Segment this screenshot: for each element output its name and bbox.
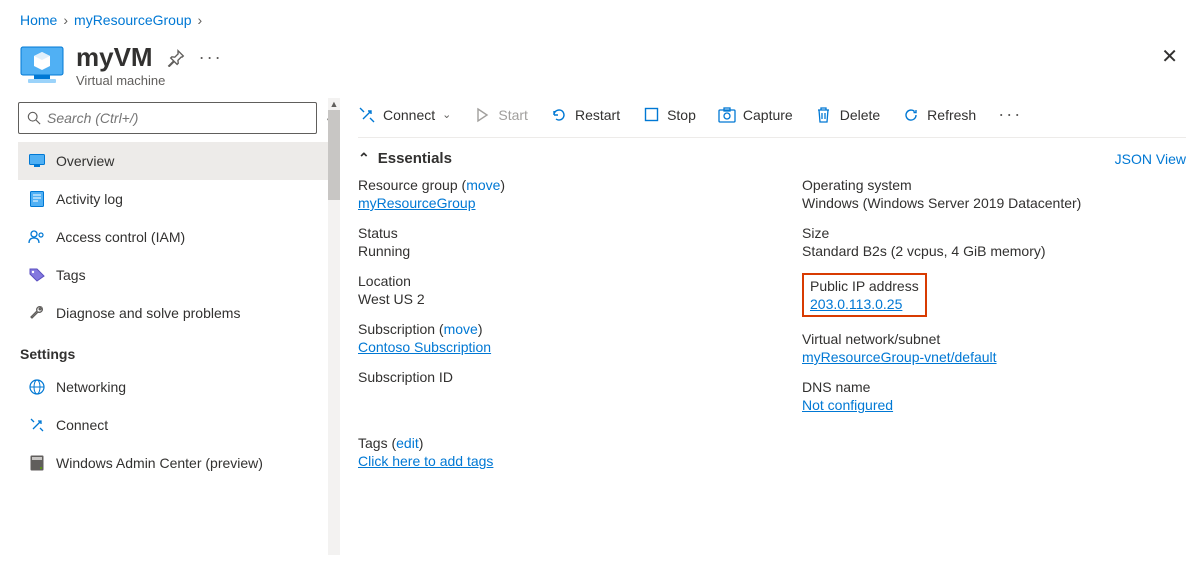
- trash-icon: [815, 106, 833, 124]
- page-title: myVM: [76, 42, 153, 73]
- label-resource-group: Resource group: [358, 177, 458, 193]
- value-status: Running: [358, 243, 742, 259]
- value-vnet[interactable]: myResourceGroup-vnet/default: [802, 349, 997, 365]
- sidebar-item-label: Diagnose and solve problems: [56, 305, 240, 321]
- chevron-right-icon: ›: [198, 12, 203, 28]
- sidebar-scrollbar[interactable]: ▲: [328, 98, 340, 555]
- button-label: Start: [498, 107, 528, 123]
- breadcrumb-home[interactable]: Home: [20, 12, 57, 28]
- label-tags: Tags: [358, 435, 388, 451]
- restart-icon: [550, 106, 568, 124]
- command-bar: Connect ⌄ Start Restart Stop Capture: [358, 98, 1186, 137]
- wrench-icon: [28, 304, 46, 322]
- value-size: Standard B2s (2 vcpus, 4 GiB memory): [802, 243, 1186, 259]
- sidebar-item-label: Tags: [56, 267, 86, 283]
- chevron-up-icon: ⌃: [358, 150, 370, 167]
- sidebar-item-wac[interactable]: Windows Admin Center (preview): [18, 444, 328, 482]
- sidebar-item-label: Overview: [56, 153, 114, 169]
- log-icon: [28, 190, 46, 208]
- search-icon: [27, 111, 41, 125]
- label-public-ip: Public IP address: [810, 278, 919, 294]
- label-dns: DNS name: [802, 379, 1186, 395]
- button-label: Stop: [667, 107, 696, 123]
- essentials-title: Essentials: [378, 150, 452, 167]
- page-subtitle: Virtual machine: [76, 73, 223, 88]
- sidebar-item-networking[interactable]: Networking: [18, 368, 328, 406]
- json-view-link[interactable]: JSON View: [1115, 151, 1186, 167]
- move-sub-link[interactable]: move: [444, 321, 478, 337]
- button-label: Refresh: [927, 107, 976, 123]
- refresh-icon: [902, 106, 920, 124]
- restart-button[interactable]: Restart: [550, 106, 620, 124]
- essentials-toggle[interactable]: ⌃ Essentials: [358, 150, 452, 167]
- play-icon: [473, 106, 491, 124]
- label-size: Size: [802, 225, 1186, 241]
- label-location: Location: [358, 273, 742, 289]
- value-public-ip[interactable]: 203.0.113.0.25: [810, 296, 902, 312]
- button-label: Delete: [840, 107, 880, 123]
- server-icon: [28, 454, 46, 472]
- value-subscription[interactable]: Contoso Subscription: [358, 339, 491, 355]
- highlight-public-ip: Public IP address 203.0.113.0.25: [802, 273, 927, 317]
- sidebar-item-diagnose[interactable]: Diagnose and solve problems: [18, 294, 328, 332]
- page-header: myVM ··· Virtual machine ✕: [0, 36, 1200, 98]
- sidebar-item-activity-log[interactable]: Activity log: [18, 180, 328, 218]
- label-os: Operating system: [802, 177, 1186, 193]
- value-resource-group[interactable]: myResourceGroup: [358, 195, 476, 211]
- sidebar-item-label: Access control (IAM): [56, 229, 185, 245]
- vm-icon: [20, 46, 64, 84]
- value-os: Windows (Windows Server 2019 Datacenter): [802, 195, 1186, 211]
- start-button[interactable]: Start: [473, 106, 528, 124]
- button-label: Restart: [575, 107, 620, 123]
- connect-icon: [28, 416, 46, 434]
- breadcrumb-group[interactable]: myResourceGroup: [74, 12, 192, 28]
- scroll-thumb[interactable]: [328, 110, 340, 200]
- label-vnet: Virtual network/subnet: [802, 331, 1186, 347]
- breadcrumb: Home › myResourceGroup ›: [0, 0, 1200, 36]
- capture-button[interactable]: Capture: [718, 106, 793, 124]
- value-dns[interactable]: Not configured: [802, 397, 893, 413]
- label-subscription: Subscription: [358, 321, 435, 337]
- monitor-icon: [28, 152, 46, 170]
- more-button[interactable]: ···: [199, 47, 223, 68]
- globe-icon: [28, 378, 46, 396]
- sidebar-item-iam[interactable]: Access control (IAM): [18, 218, 328, 256]
- label-subscription-id: Subscription ID: [358, 369, 742, 385]
- button-label: Connect: [383, 107, 435, 123]
- value-location: West US 2: [358, 291, 742, 307]
- close-button[interactable]: ✕: [1161, 44, 1178, 69]
- chevron-right-icon: ›: [63, 12, 68, 28]
- search-box[interactable]: [18, 102, 317, 134]
- sidebar-item-label: Windows Admin Center (preview): [56, 455, 263, 471]
- pin-button[interactable]: [167, 49, 185, 67]
- label-status: Status: [358, 225, 742, 241]
- sidebar-item-label: Connect: [56, 417, 108, 433]
- sidebar-item-label: Activity log: [56, 191, 123, 207]
- add-tags-link[interactable]: Click here to add tags: [358, 453, 493, 469]
- move-rg-link[interactable]: move: [466, 177, 500, 193]
- stop-button[interactable]: Stop: [642, 106, 696, 124]
- people-icon: [28, 228, 46, 246]
- more-commands-button[interactable]: ···: [998, 104, 1022, 125]
- section-settings: Settings: [18, 332, 328, 368]
- tag-icon: [28, 266, 46, 284]
- button-label: Capture: [743, 107, 793, 123]
- connect-icon: [358, 106, 376, 124]
- search-input[interactable]: [47, 110, 308, 126]
- edit-tags-link[interactable]: edit: [396, 435, 419, 451]
- sidebar-item-connect[interactable]: Connect: [18, 406, 328, 444]
- stop-icon: [642, 106, 660, 124]
- scroll-up-arrow: ▲: [328, 98, 340, 110]
- connect-button[interactable]: Connect ⌄: [358, 106, 451, 124]
- delete-button[interactable]: Delete: [815, 106, 880, 124]
- sidebar-item-overview[interactable]: Overview: [18, 142, 328, 180]
- sidebar-item-label: Networking: [56, 379, 126, 395]
- capture-icon: [718, 106, 736, 124]
- sidebar-item-tags[interactable]: Tags: [18, 256, 328, 294]
- chevron-down-icon: ⌄: [442, 108, 451, 121]
- refresh-button[interactable]: Refresh: [902, 106, 976, 124]
